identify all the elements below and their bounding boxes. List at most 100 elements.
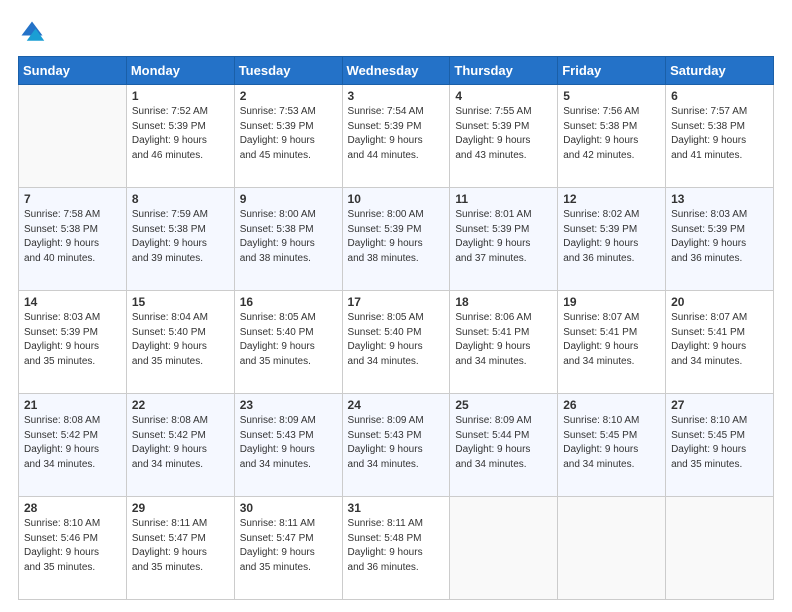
day-number: 30: [240, 501, 337, 515]
day-info: Sunrise: 8:07 AM Sunset: 5:41 PM Dayligh…: [671, 311, 768, 369]
weekday-header-wednesday: Wednesday: [342, 57, 450, 85]
weekday-header-monday: Monday: [126, 57, 234, 85]
day-number: 27: [671, 398, 768, 412]
calendar-cell: 23 Sunrise: 8:09 AM Sunset: 5:43 PM Dayli…: [234, 394, 342, 497]
calendar-cell: 3Sunrise: 7:54 AM Sunset: 5:39 PM Daylig…: [342, 85, 450, 188]
calendar-cell: 21Sunrise: 8:08 AM Sunset: 5:42 PM Dayli…: [19, 394, 127, 497]
day-info: Sunrise: 7:56 AM Sunset: 5:38 PM Dayligh…: [563, 105, 660, 163]
calendar-cell: 8 Sunrise: 7:59 AM Sunset: 5:38 PM Daylig…: [126, 188, 234, 291]
calendar-cell: [450, 497, 558, 600]
day-number: 25: [455, 398, 552, 412]
day-number: 14: [24, 295, 121, 309]
day-number: 20: [671, 295, 768, 309]
day-number: 12: [563, 192, 660, 206]
day-info: Sunrise: 8:09 AM Sunset: 5:44 PM Dayligh…: [455, 414, 552, 472]
day-number: 7: [24, 192, 121, 206]
calendar-cell: 30 Sunrise: 8:11 AM Sunset: 5:47 PM Dayli…: [234, 497, 342, 600]
day-info: Sunrise: 8:04 AM Sunset: 5:40 PM Dayligh…: [132, 311, 229, 369]
day-number: 8: [132, 192, 229, 206]
calendar-cell: 27Sunrise: 8:10 AM Sunset: 5:45 PM Dayli…: [666, 394, 774, 497]
calendar-cell: 14 Sunrise: 8:03 AM Sunset: 5:39 PM Dayli…: [19, 291, 127, 394]
day-number: 22: [132, 398, 229, 412]
weekday-header-tuesday: Tuesday: [234, 57, 342, 85]
calendar-cell: 28 Sunrise: 8:10 AM Sunset: 5:46 PM Dayli…: [19, 497, 127, 600]
day-info: Sunrise: 8:05 AM Sunset: 5:40 PM Dayligh…: [348, 311, 445, 369]
calendar-cell: 2Sunrise: 7:53 AM Sunset: 5:39 PM Daylig…: [234, 85, 342, 188]
day-info: Sunrise: 7:52 AM Sunset: 5:39 PM Dayligh…: [132, 105, 229, 163]
calendar-cell: 22 Sunrise: 8:08 AM Sunset: 5:42 PM Dayli…: [126, 394, 234, 497]
day-number: 31: [348, 501, 445, 515]
day-info: Sunrise: 8:11 AM Sunset: 5:48 PM Dayligh…: [348, 517, 445, 575]
day-info: Sunrise: 8:03 AM Sunset: 5:39 PM Dayligh…: [671, 208, 768, 266]
day-number: 24: [348, 398, 445, 412]
calendar-cell: 12 Sunrise: 8:02 AM Sunset: 5:39 PM Dayli…: [558, 188, 666, 291]
day-number: 11: [455, 192, 552, 206]
day-number: 28: [24, 501, 121, 515]
day-info: Sunrise: 7:58 AM Sunset: 5:38 PM Dayligh…: [24, 208, 121, 266]
day-info: Sunrise: 7:59 AM Sunset: 5:38 PM Dayligh…: [132, 208, 229, 266]
day-info: Sunrise: 8:10 AM Sunset: 5:46 PM Dayligh…: [24, 517, 121, 575]
day-info: Sunrise: 8:10 AM Sunset: 5:45 PM Dayligh…: [563, 414, 660, 472]
day-info: Sunrise: 8:00 AM Sunset: 5:39 PM Dayligh…: [348, 208, 445, 266]
day-info: Sunrise: 8:05 AM Sunset: 5:40 PM Dayligh…: [240, 311, 337, 369]
calendar-cell: 5 Sunrise: 7:56 AM Sunset: 5:38 PM Daylig…: [558, 85, 666, 188]
calendar-cell: 6 Sunrise: 7:57 AM Sunset: 5:38 PM Daylig…: [666, 85, 774, 188]
calendar-cell: 15 Sunrise: 8:04 AM Sunset: 5:40 PM Dayli…: [126, 291, 234, 394]
week-row-1: 1 Sunrise: 7:52 AM Sunset: 5:39 PM Daylig…: [19, 85, 774, 188]
calendar-cell: 25 Sunrise: 8:09 AM Sunset: 5:44 PM Dayli…: [450, 394, 558, 497]
day-number: 6: [671, 89, 768, 103]
calendar-cell: 11 Sunrise: 8:01 AM Sunset: 5:39 PM Dayli…: [450, 188, 558, 291]
calendar-cell: 24 Sunrise: 8:09 AM Sunset: 5:43 PM Dayli…: [342, 394, 450, 497]
calendar-cell: 10Sunrise: 8:00 AM Sunset: 5:39 PM Dayli…: [342, 188, 450, 291]
day-number: 13: [671, 192, 768, 206]
calendar-cell: 18Sunrise: 8:06 AM Sunset: 5:41 PM Dayli…: [450, 291, 558, 394]
week-row-3: 14 Sunrise: 8:03 AM Sunset: 5:39 PM Dayli…: [19, 291, 774, 394]
day-number: 5: [563, 89, 660, 103]
calendar-cell: 26Sunrise: 8:10 AM Sunset: 5:45 PM Dayli…: [558, 394, 666, 497]
day-number: 9: [240, 192, 337, 206]
calendar-cell: 19 Sunrise: 8:07 AM Sunset: 5:41 PM Dayli…: [558, 291, 666, 394]
day-info: Sunrise: 7:55 AM Sunset: 5:39 PM Dayligh…: [455, 105, 552, 163]
calendar-cell: 4 Sunrise: 7:55 AM Sunset: 5:39 PM Daylig…: [450, 85, 558, 188]
calendar-cell: 20 Sunrise: 8:07 AM Sunset: 5:41 PM Dayli…: [666, 291, 774, 394]
calendar-cell: 17 Sunrise: 8:05 AM Sunset: 5:40 PM Dayli…: [342, 291, 450, 394]
day-number: 23: [240, 398, 337, 412]
calendar-cell: [558, 497, 666, 600]
calendar-cell: [19, 85, 127, 188]
calendar-cell: [666, 497, 774, 600]
weekday-header-sunday: Sunday: [19, 57, 127, 85]
calendar-cell: 9 Sunrise: 8:00 AM Sunset: 5:38 PM Daylig…: [234, 188, 342, 291]
day-info: Sunrise: 8:01 AM Sunset: 5:39 PM Dayligh…: [455, 208, 552, 266]
calendar-cell: 1 Sunrise: 7:52 AM Sunset: 5:39 PM Daylig…: [126, 85, 234, 188]
day-info: Sunrise: 8:07 AM Sunset: 5:41 PM Dayligh…: [563, 311, 660, 369]
day-number: 2: [240, 89, 337, 103]
day-number: 4: [455, 89, 552, 103]
week-row-5: 28 Sunrise: 8:10 AM Sunset: 5:46 PM Dayli…: [19, 497, 774, 600]
day-info: Sunrise: 8:03 AM Sunset: 5:39 PM Dayligh…: [24, 311, 121, 369]
day-number: 15: [132, 295, 229, 309]
day-number: 29: [132, 501, 229, 515]
week-row-4: 21 Sunrise: 8:08 AM Sunset: 5:42 PM Dayli…: [19, 394, 774, 497]
day-number: 16: [240, 295, 337, 309]
header: [18, 18, 774, 46]
day-number: 21: [24, 398, 121, 412]
day-number: 1: [132, 89, 229, 103]
day-info: Sunrise: 8:11 AM Sunset: 5:47 PM Dayligh…: [240, 517, 337, 575]
calendar-cell: 7 Sunrise: 7:58 AM Sunset: 5:38 PM Daylig…: [19, 188, 127, 291]
day-number: 18: [455, 295, 552, 309]
logo: [18, 18, 50, 46]
calendar-cell: 13 Sunrise: 8:03 AM Sunset: 5:39 PM Dayli…: [666, 188, 774, 291]
day-number: 17: [348, 295, 445, 309]
day-info: Sunrise: 7:54 AM Sunset: 5:39 PM Dayligh…: [348, 105, 445, 163]
weekday-header-thursday: Thursday: [450, 57, 558, 85]
calendar-table: SundayMondayTuesdayWednesdayThursdayFrid…: [18, 56, 774, 600]
week-row-2: 7 Sunrise: 7:58 AM Sunset: 5:38 PM Daylig…: [19, 188, 774, 291]
day-info: Sunrise: 8:09 AM Sunset: 5:43 PM Dayligh…: [240, 414, 337, 472]
weekday-header-saturday: Saturday: [666, 57, 774, 85]
day-info: Sunrise: 8:00 AM Sunset: 5:38 PM Dayligh…: [240, 208, 337, 266]
day-info: Sunrise: 8:02 AM Sunset: 5:39 PM Dayligh…: [563, 208, 660, 266]
day-number: 19: [563, 295, 660, 309]
day-info: Sunrise: 8:09 AM Sunset: 5:43 PM Dayligh…: [348, 414, 445, 472]
day-info: Sunrise: 8:08 AM Sunset: 5:42 PM Dayligh…: [132, 414, 229, 472]
day-info: Sunrise: 7:57 AM Sunset: 5:38 PM Dayligh…: [671, 105, 768, 163]
